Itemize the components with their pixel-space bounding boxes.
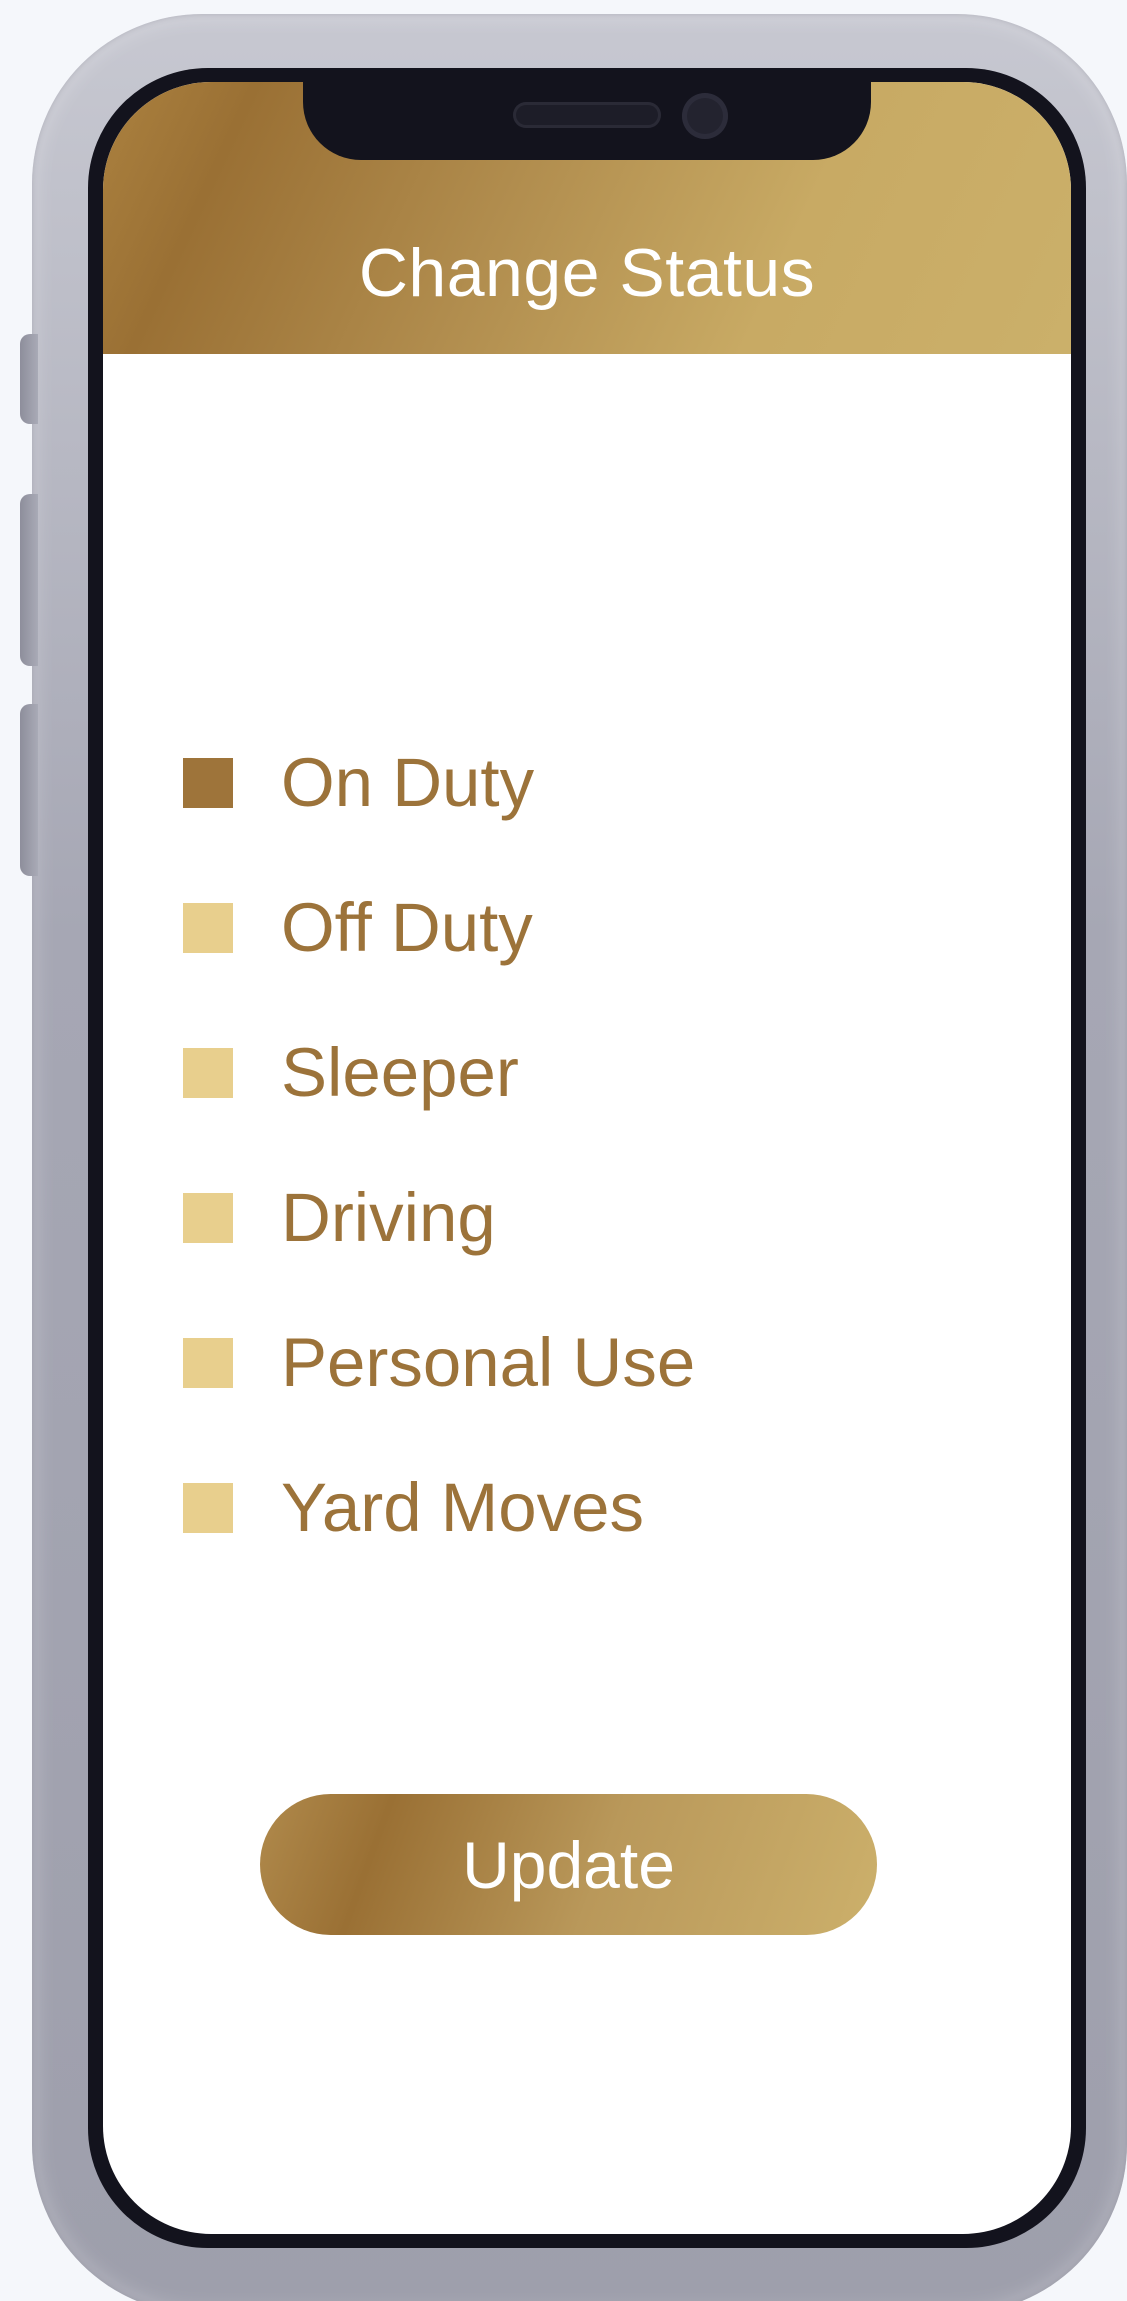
status-label: Sleeper [281, 1034, 519, 1111]
silent-switch [20, 334, 38, 424]
status-checkbox[interactable] [183, 1192, 233, 1243]
front-camera [682, 93, 728, 139]
volume-up-button [20, 494, 38, 666]
status-option-yard-moves[interactable]: Yard Moves [183, 1435, 983, 1580]
status-label: Off Duty [281, 889, 533, 966]
status-label: Yard Moves [281, 1469, 645, 1546]
volume-down-button [20, 704, 38, 876]
status-option-off-duty[interactable]: Off Duty [183, 855, 983, 1000]
status-option-personal-use[interactable]: Personal Use [183, 1290, 983, 1435]
status-checkbox[interactable] [183, 1337, 233, 1388]
status-option-driving[interactable]: Driving [183, 1145, 983, 1290]
page-title: Change Status [358, 235, 816, 311]
phone-screen: Change Status On Duty Off Duty Sleeper D… [103, 82, 1071, 2234]
status-list: On Duty Off Duty Sleeper Driving Persona… [183, 710, 983, 1580]
speaker-grille [513, 102, 661, 128]
update-button-label: Update [462, 1827, 675, 1902]
status-checkbox[interactable] [183, 757, 233, 808]
status-label: On Duty [281, 744, 535, 821]
status-label: Personal Use [281, 1324, 696, 1401]
page-canvas: Change Status On Duty Off Duty Sleeper D… [0, 0, 1127, 2301]
status-option-on-duty[interactable]: On Duty [183, 710, 983, 855]
status-checkbox[interactable] [183, 1482, 233, 1533]
status-option-sleeper[interactable]: Sleeper [183, 1000, 983, 1145]
status-label: Driving [281, 1179, 496, 1256]
phone-notch [303, 68, 871, 160]
status-checkbox[interactable] [183, 1047, 233, 1098]
status-checkbox[interactable] [183, 902, 233, 953]
update-button[interactable]: Update [260, 1794, 877, 1935]
